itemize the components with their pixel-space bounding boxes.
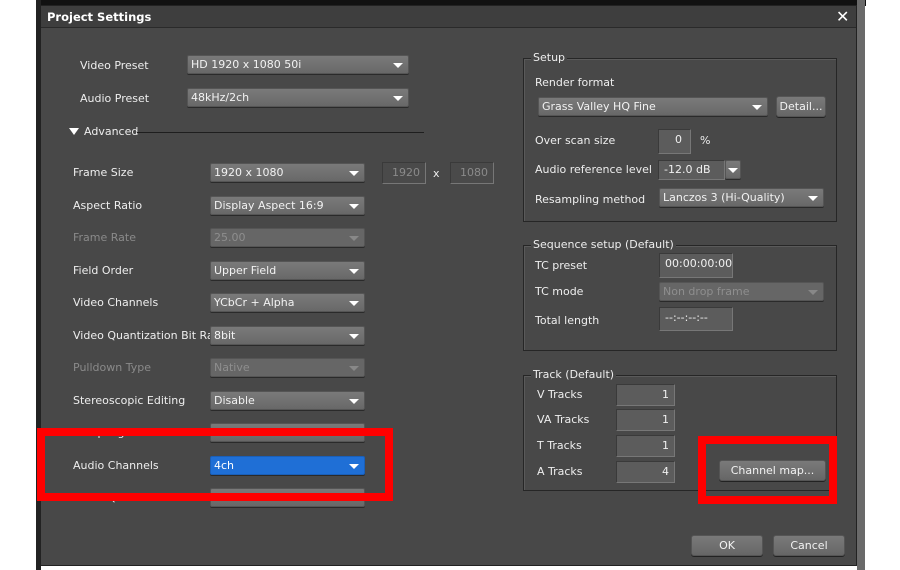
aspect-ratio-label: Aspect Ratio	[73, 199, 143, 212]
a-tracks-input[interactable]: 4	[616, 461, 675, 483]
highlight-box-audio-channels	[37, 428, 393, 501]
chevron-down-icon	[349, 301, 359, 306]
resampling-label: Resampling method	[535, 193, 646, 206]
frame-height-input: 1080	[450, 162, 494, 184]
highlight-box-channel-map	[698, 436, 837, 504]
field-order-label: Field Order	[73, 264, 134, 277]
overscan-unit: %	[700, 134, 711, 147]
total-length-input: --:--:--:--	[659, 307, 733, 331]
background-app-edge-right	[857, 0, 865, 570]
audio-reference-dropdown-button[interactable]	[725, 160, 741, 179]
audio-preset-label: Audio Preset	[80, 92, 150, 105]
chevron-down-icon	[349, 171, 359, 176]
aspect-ratio-value: Display Aspect 16:9	[214, 199, 324, 212]
video-preset-value: HD 1920 x 1080 50i	[191, 58, 302, 71]
va-tracks-input[interactable]: 1	[616, 409, 675, 431]
frame-size-separator: x	[433, 167, 440, 180]
audio-preset-dropdown[interactable]: 48kHz/2ch	[187, 88, 409, 107]
chevron-down-icon	[393, 63, 403, 68]
audio-reference-input[interactable]: -12.0 dB	[658, 160, 725, 180]
chevron-down-icon	[349, 236, 359, 241]
tc-preset-input[interactable]: 00:00:00:00	[659, 253, 733, 278]
advanced-divider	[137, 132, 424, 133]
video-quantization-bit-rate-label: Video Quantization Bit Rate	[73, 329, 225, 342]
chevron-down-icon	[349, 334, 359, 339]
v-tracks-label: V Tracks	[537, 388, 583, 401]
frame-size-value: 1920 x 1080	[214, 166, 284, 179]
tc-mode-value: Non drop frame	[663, 285, 750, 298]
title-bar[interactable]: Project Settings ✕	[41, 6, 856, 28]
setup-legend: Setup	[531, 51, 568, 64]
advanced-section-label[interactable]: Advanced	[84, 125, 138, 138]
render-format-value: Grass Valley HQ Fine	[542, 100, 656, 113]
chevron-down-icon	[728, 168, 738, 173]
pulldown-type-label: Pulldown Type	[73, 361, 151, 374]
stereoscopic-editing-value: Disable	[214, 394, 255, 407]
tc-mode-label: TC mode	[535, 285, 584, 298]
render-format-label: Render format	[535, 76, 615, 89]
stereoscopic-editing-dropdown[interactable]: Disable	[210, 391, 365, 410]
field-order-value: Upper Field	[214, 264, 277, 277]
video-preset-label: Video Preset	[80, 59, 149, 72]
video-preset-dropdown[interactable]: HD 1920 x 1080 50i	[187, 55, 409, 74]
frame-rate-label: Frame Rate	[73, 231, 136, 244]
a-tracks-label: A Tracks	[537, 465, 583, 478]
overscan-label: Over scan size	[535, 134, 616, 147]
field-order-dropdown[interactable]: Upper Field	[210, 261, 365, 280]
advanced-expand-triangle-icon[interactable]	[69, 128, 79, 135]
va-tracks-label: VA Tracks	[537, 413, 590, 426]
stereoscopic-editing-label: Stereoscopic Editing	[73, 394, 186, 407]
frame-size-label: Frame Size	[73, 166, 134, 179]
resampling-dropdown[interactable]: Lanczos 3 (Hi-Quality)	[659, 188, 824, 207]
chevron-down-icon	[393, 96, 403, 101]
video-channels-dropdown[interactable]: YCbCr + Alpha	[210, 293, 365, 312]
track-legend: Track (Default)	[531, 368, 617, 381]
frame-size-dropdown[interactable]: 1920 x 1080	[210, 163, 365, 182]
render-format-dropdown[interactable]: Grass Valley HQ Fine	[538, 97, 768, 116]
chevron-down-icon	[349, 366, 359, 371]
detail-button[interactable]: Detail...	[776, 96, 826, 117]
aspect-ratio-dropdown[interactable]: Display Aspect 16:9	[210, 196, 365, 215]
pulldown-type-dropdown: Native	[210, 358, 365, 377]
tc-preset-label: TC preset	[535, 259, 588, 272]
resampling-value: Lanczos 3 (Hi-Quality)	[663, 191, 785, 204]
video-quantization-bit-rate-value: 8bit	[214, 329, 236, 342]
audio-preset-value: 48kHz/2ch	[191, 91, 250, 104]
cancel-button[interactable]: Cancel	[773, 535, 845, 556]
pulldown-type-value: Native	[214, 361, 250, 374]
audio-reference-label: Audio reference level	[535, 163, 652, 176]
frame-width-input: 1920	[382, 162, 426, 184]
overscan-input[interactable]: 0	[658, 129, 691, 154]
video-channels-value: YCbCr + Alpha	[214, 296, 295, 309]
chevron-down-icon	[349, 399, 359, 404]
tc-mode-dropdown: Non drop frame	[659, 282, 824, 301]
frame-rate-dropdown: 25.00	[210, 228, 365, 247]
ok-button[interactable]: OK	[691, 535, 763, 556]
dialog-title: Project Settings	[47, 10, 152, 24]
total-length-label: Total length	[535, 314, 600, 327]
chevron-down-icon	[808, 196, 818, 201]
close-icon[interactable]: ✕	[836, 7, 849, 26]
video-quantization-bit-rate-dropdown[interactable]: 8bit	[210, 326, 365, 345]
chevron-down-icon	[349, 269, 359, 274]
v-tracks-input[interactable]: 1	[616, 384, 675, 406]
chevron-down-icon	[349, 204, 359, 209]
t-tracks-label: T Tracks	[537, 439, 582, 452]
sequence-setup-legend: Sequence setup (Default)	[531, 238, 676, 251]
frame-rate-value: 25.00	[214, 231, 246, 244]
chevron-down-icon	[752, 105, 762, 110]
video-channels-label: Video Channels	[73, 296, 159, 309]
t-tracks-input[interactable]: 1	[616, 435, 675, 457]
chevron-down-icon	[808, 290, 818, 295]
